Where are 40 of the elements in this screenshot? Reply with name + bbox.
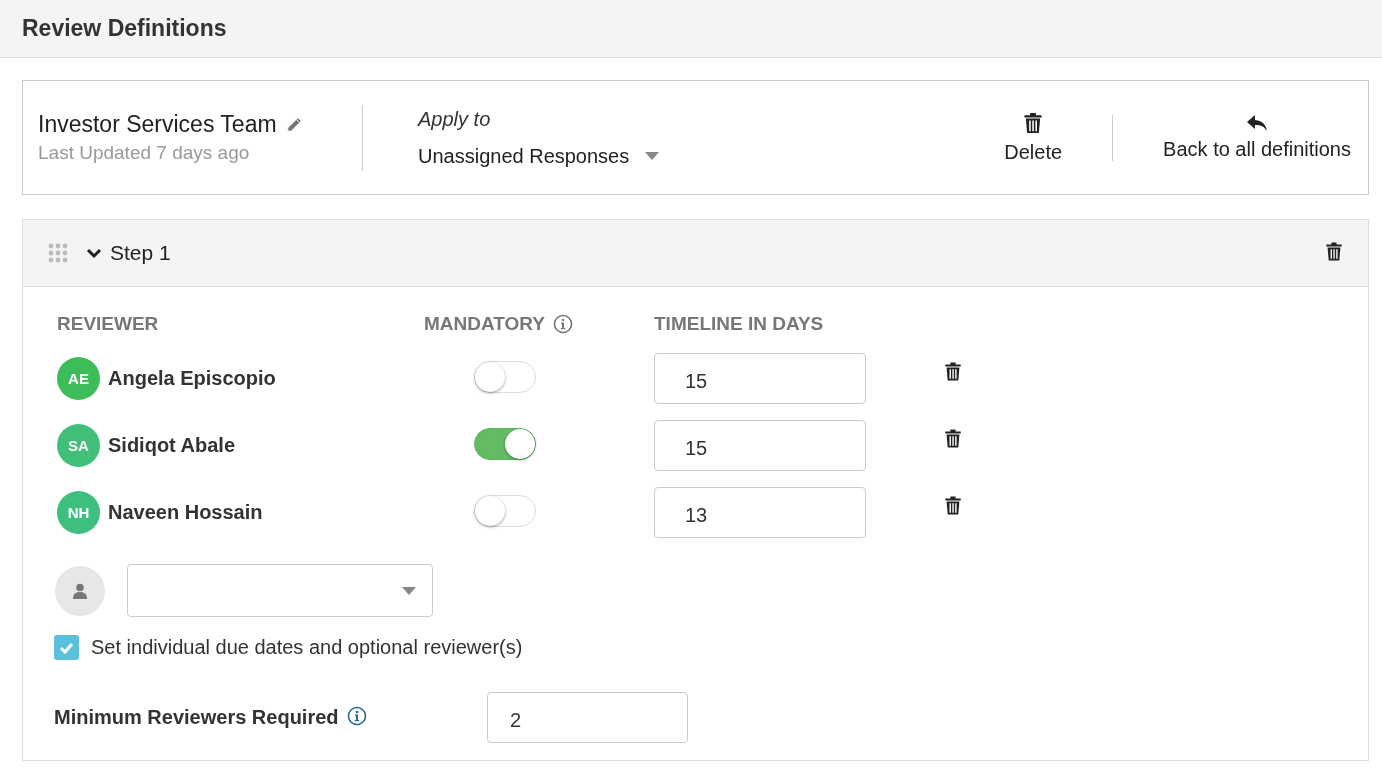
reply-arrow-icon[interactable] xyxy=(1246,114,1269,132)
minimum-reviewers-input[interactable]: 2 xyxy=(487,692,688,743)
column-header: TIMELINE IN DAYS xyxy=(654,313,824,335)
chevron-icon xyxy=(86,247,102,259)
person-placeholder-icon xyxy=(55,565,105,616)
caret-icon xyxy=(402,586,416,595)
step-toggle[interactable]: Step 1 xyxy=(86,241,171,265)
checkbox-label: Set individual due dates and optional reviewer(s) xyxy=(91,636,523,659)
check-icon xyxy=(59,641,74,654)
avatar-initials: NH xyxy=(57,491,100,534)
trash-icon[interactable] xyxy=(944,427,962,449)
delete-step-icon[interactable] xyxy=(1325,241,1343,262)
definition-name: Investor Services Team xyxy=(38,111,277,138)
trash-icon[interactable] xyxy=(944,494,962,516)
trash-icon[interactable] xyxy=(1023,111,1044,135)
timeline-input[interactable]: 15 xyxy=(654,353,866,404)
checkbox[interactable] xyxy=(54,635,79,660)
info-icon[interactable] xyxy=(553,314,574,334)
trash-icon[interactable] xyxy=(944,360,962,382)
column-header: MANDATORY xyxy=(424,313,546,335)
minimum-reviewers-label: Minimum Reviewers Required xyxy=(54,706,339,729)
back-button[interactable]: Back to all definitions xyxy=(1163,114,1351,161)
apply-to-label: Apply to xyxy=(418,107,491,131)
caret-icon xyxy=(645,152,660,160)
pencil-icon[interactable] xyxy=(284,115,303,134)
drag-handle-icon[interactable] xyxy=(48,243,68,263)
reviewer-name: Angela Episcopio xyxy=(108,367,276,390)
delete-button[interactable]: Delete xyxy=(1004,111,1063,164)
column-header: REVIEWER xyxy=(57,313,159,335)
last-updated-text: Last Updated 7 days ago xyxy=(38,142,251,164)
timeline-input[interactable]: 15 xyxy=(654,420,866,471)
timeline-input[interactable]: 13 xyxy=(654,487,866,538)
reviewer-name: Naveen Hossain xyxy=(108,501,263,524)
avatar-initials: AE xyxy=(57,357,100,400)
apply-to-dropdown[interactable]: Unassigned Responses xyxy=(418,144,660,168)
info-icon[interactable] xyxy=(346,706,367,726)
page-title: Review Definitions xyxy=(22,15,227,42)
reviewer-name: Sidiqot Abale xyxy=(108,434,236,457)
avatar-initials: SA xyxy=(57,424,100,467)
mandatory-toggle[interactable] xyxy=(474,427,536,460)
